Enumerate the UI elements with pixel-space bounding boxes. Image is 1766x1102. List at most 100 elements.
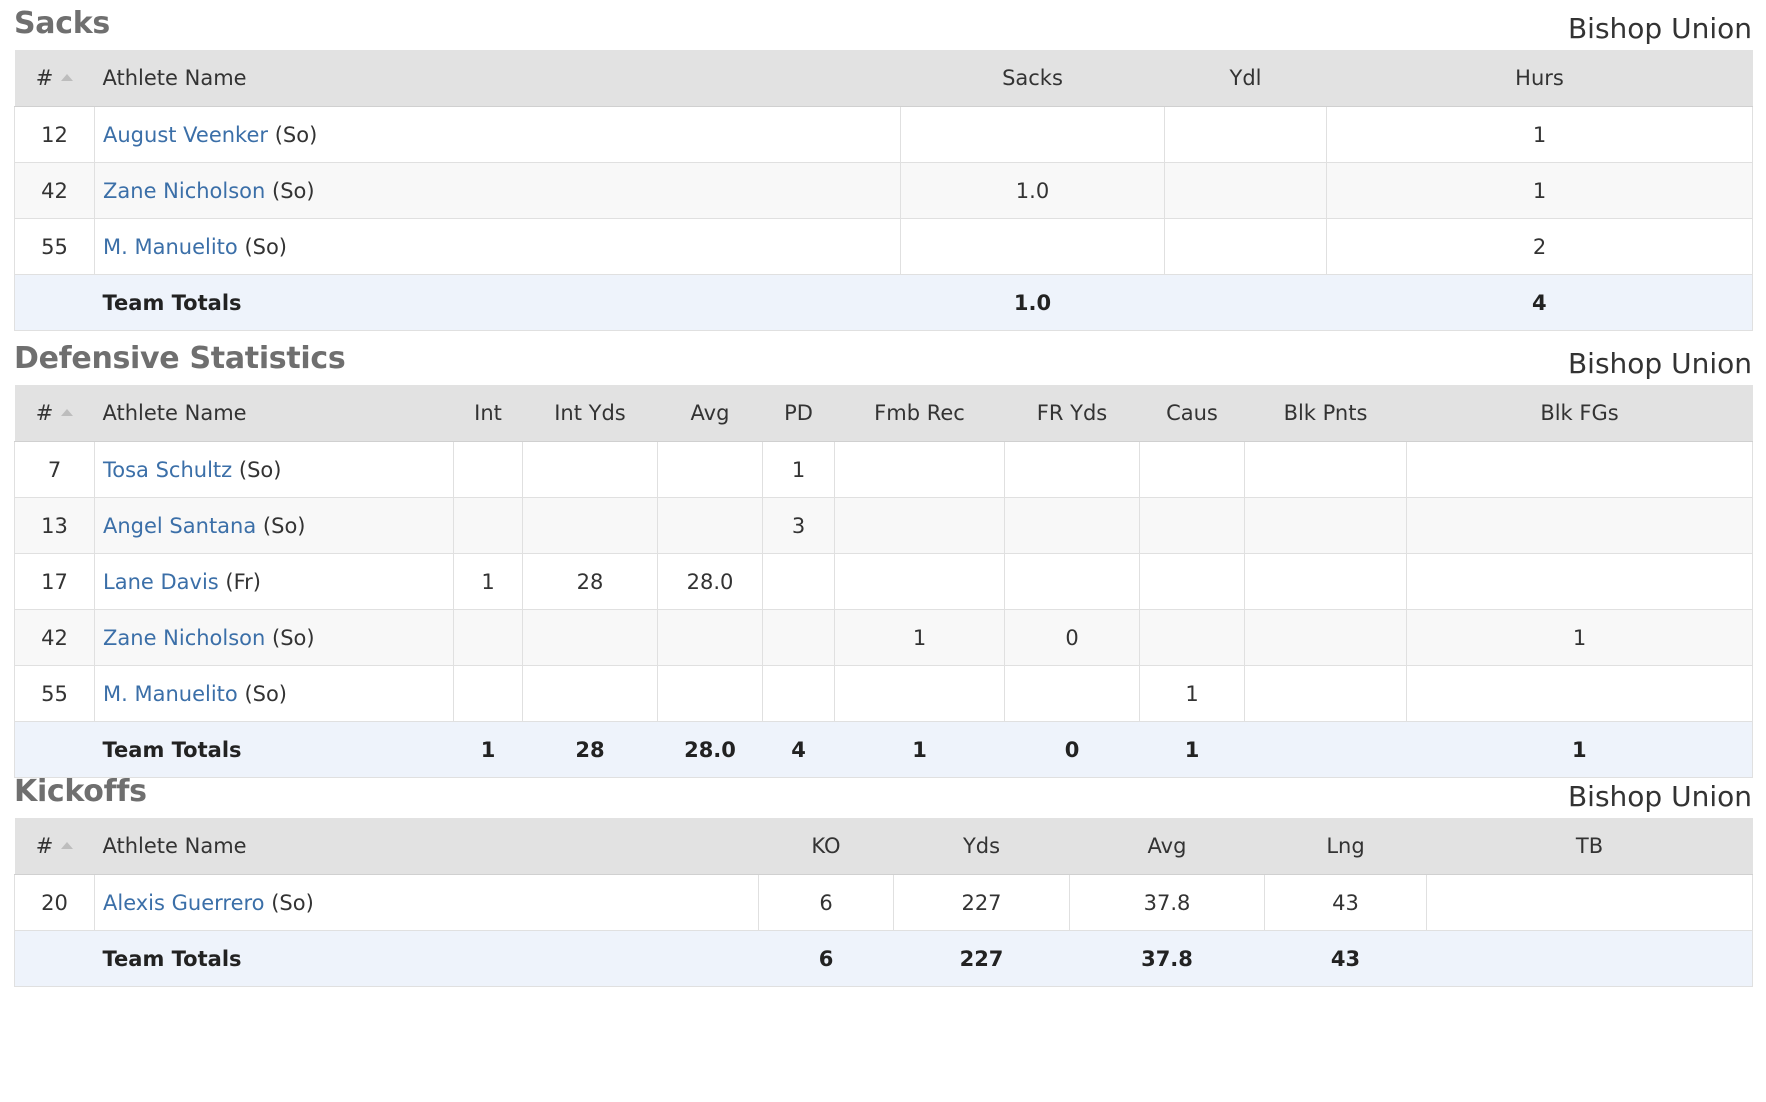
- stat-cell: [657, 497, 763, 554]
- stat-cell: [1426, 874, 1753, 931]
- sacks-header: Sacks Bishop Union: [14, 0, 1752, 50]
- total-cell: 1.0: [900, 274, 1165, 331]
- athlete-link[interactable]: August Veenker: [103, 123, 268, 147]
- athlete-class: (So): [244, 681, 288, 706]
- athlete-class: (So): [262, 513, 306, 538]
- athlete-cell: August Veenker (So): [94, 106, 901, 163]
- stat-cell: 1.0: [900, 162, 1165, 219]
- athlete-link[interactable]: Zane Nicholson: [103, 626, 265, 650]
- team-totals-row: Team Totals 1.0 4: [14, 274, 1753, 331]
- athlete-link[interactable]: Zane Nicholson: [103, 179, 265, 203]
- stat-cell: [453, 441, 523, 498]
- athlete-link[interactable]: Angel Santana: [103, 514, 256, 538]
- table-row: 12 August Veenker (So) 1: [14, 106, 1753, 163]
- athlete-cell: Zane Nicholson (So): [94, 162, 901, 219]
- stat-cell: [1406, 665, 1753, 722]
- team-totals-label: Team Totals: [94, 274, 901, 331]
- stat-cell: 1: [1406, 609, 1753, 666]
- stat-cell: 28: [522, 553, 658, 610]
- sacks-title: Sacks: [14, 6, 110, 41]
- stat-cell: [522, 665, 658, 722]
- col-blk-pnts-header[interactable]: Blk Pnts: [1244, 385, 1407, 442]
- athlete-link[interactable]: Lane Davis: [103, 570, 219, 594]
- sacks-section: Sacks Bishop Union # Athlete Name Sacks …: [14, 0, 1753, 331]
- jersey-number: 20: [14, 874, 95, 931]
- athlete-link[interactable]: Tosa Schultz: [103, 458, 232, 482]
- col-avg-header[interactable]: Avg: [657, 385, 763, 442]
- table-row: 20 Alexis Guerrero (So) 6 227 37.8 43: [14, 874, 1753, 931]
- stat-cell: [657, 609, 763, 666]
- col-pd-header[interactable]: PD: [762, 385, 835, 442]
- total-cell: 4: [1326, 274, 1753, 331]
- col-avg-header[interactable]: Avg: [1069, 818, 1265, 875]
- stat-cell: [1244, 665, 1407, 722]
- total-cell: 6: [758, 930, 894, 987]
- team-totals-row: Team Totals 6 227 37.8 43: [14, 930, 1753, 987]
- col-yds-header[interactable]: Yds: [893, 818, 1070, 875]
- stat-cell: 6: [758, 874, 894, 931]
- sort-up-icon[interactable]: [61, 842, 74, 849]
- stat-cell: 227: [893, 874, 1070, 931]
- kickoffs-team-name: Bishop Union: [1567, 780, 1752, 813]
- athlete-class: (So): [272, 178, 315, 203]
- athlete-link[interactable]: Alexis Guerrero: [103, 891, 265, 915]
- athlete-link[interactable]: M. Manuelito: [103, 682, 238, 706]
- athlete-cell: Angel Santana (So): [94, 497, 454, 554]
- stat-cell: [834, 441, 1005, 498]
- stat-cell: 2: [1326, 218, 1753, 275]
- stat-cell: [1139, 441, 1245, 498]
- col-blk-fgs-header[interactable]: Blk FGs: [1406, 385, 1753, 442]
- defense-team-name: Bishop Union: [1567, 347, 1752, 380]
- sort-up-icon[interactable]: [61, 409, 74, 416]
- stat-cell: [1164, 218, 1327, 275]
- col-caus-header[interactable]: Caus: [1139, 385, 1245, 442]
- col-ydl-header[interactable]: Ydl: [1164, 50, 1327, 107]
- stat-cell: [1406, 441, 1753, 498]
- col-fr-yds-header[interactable]: FR Yds: [1004, 385, 1140, 442]
- stat-cell: [1244, 553, 1407, 610]
- col-hurs-header[interactable]: Hurs: [1326, 50, 1753, 107]
- stat-cell: [762, 609, 835, 666]
- stat-cell: 1: [834, 609, 1005, 666]
- stat-cell: 1: [1326, 106, 1753, 163]
- athlete-link[interactable]: M. Manuelito: [103, 235, 238, 259]
- stat-cell: [1164, 162, 1327, 219]
- col-athlete-header[interactable]: Athlete Name: [94, 385, 454, 442]
- col-int-header[interactable]: Int: [453, 385, 523, 442]
- athlete-cell: Alexis Guerrero (So): [94, 874, 759, 931]
- stat-cell: [1139, 553, 1245, 610]
- stat-cell: 1: [1326, 162, 1753, 219]
- stat-cell: [453, 497, 523, 554]
- kickoffs-table: # Athlete Name KO Yds Avg Lng TB 20 Alexi…: [14, 818, 1753, 987]
- sort-up-icon[interactable]: [61, 74, 74, 81]
- totals-spacer: [14, 930, 95, 987]
- jersey-number: 17: [14, 553, 95, 610]
- stat-cell: [522, 441, 658, 498]
- col-int-yds-header[interactable]: Int Yds: [522, 385, 658, 442]
- col-fmb-rec-header[interactable]: Fmb Rec: [834, 385, 1005, 442]
- stat-cell: [1004, 553, 1140, 610]
- kickoffs-section: Kickoffs Bishop Union # Athlete Name KO …: [14, 768, 1753, 987]
- col-athlete-header[interactable]: Athlete Name: [94, 818, 759, 875]
- athlete-cell: M. Manuelito (So): [94, 218, 901, 275]
- stat-cell: [522, 609, 658, 666]
- col-number-header[interactable]: #: [14, 385, 95, 442]
- stat-cell: [453, 609, 523, 666]
- athlete-class: (So): [274, 122, 318, 147]
- col-athlete-header[interactable]: Athlete Name: [94, 50, 901, 107]
- col-lng-header[interactable]: Lng: [1264, 818, 1427, 875]
- jersey-number: 55: [14, 218, 95, 275]
- col-tb-header[interactable]: TB: [1426, 818, 1753, 875]
- stat-cell: 37.8: [1069, 874, 1265, 931]
- athlete-class: (So): [272, 625, 315, 650]
- col-number-header[interactable]: #: [14, 818, 95, 875]
- total-cell: [1426, 930, 1753, 987]
- col-sacks-header[interactable]: Sacks: [900, 50, 1165, 107]
- stat-cell: [1139, 497, 1245, 554]
- col-ko-header[interactable]: KO: [758, 818, 894, 875]
- stat-cell: [762, 665, 835, 722]
- stat-cell: [900, 106, 1165, 163]
- col-number-header[interactable]: #: [14, 50, 95, 107]
- stat-cell: [900, 218, 1165, 275]
- stat-cell: [1004, 665, 1140, 722]
